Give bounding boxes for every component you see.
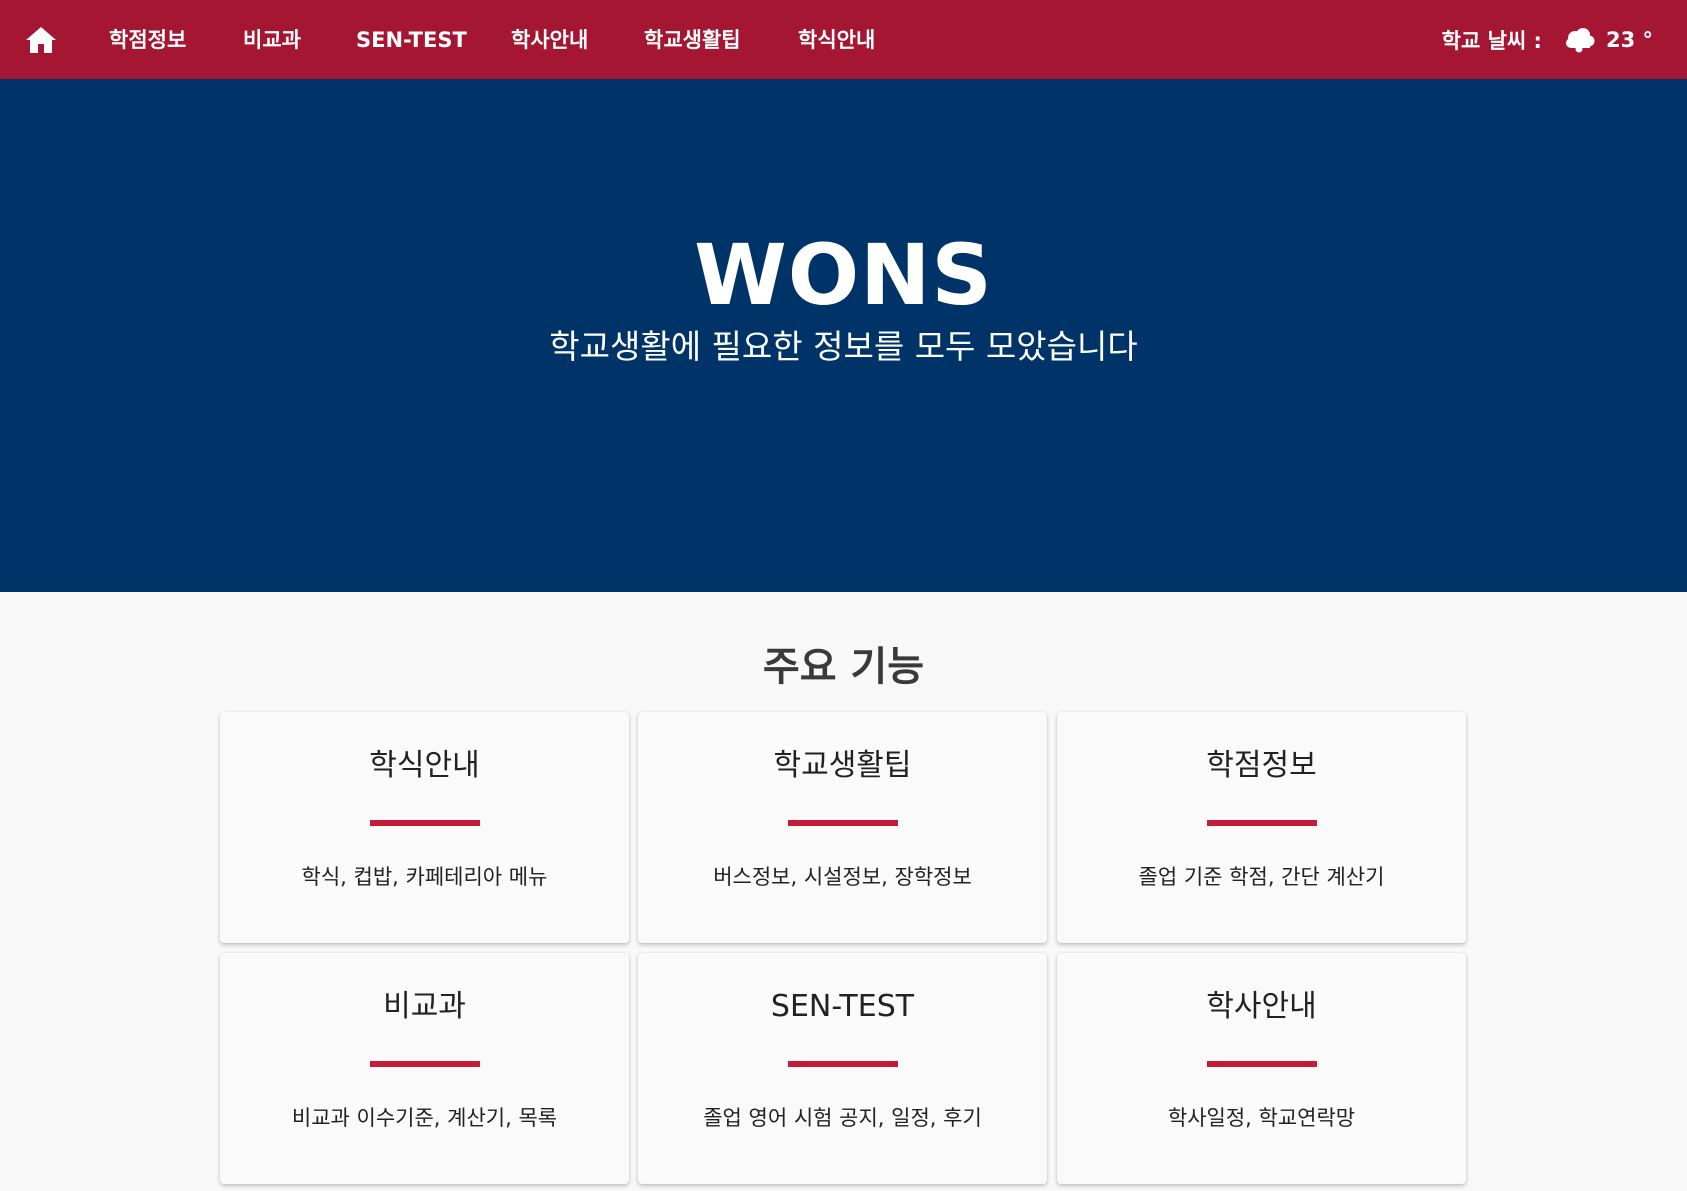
- card-divider: [370, 820, 480, 826]
- feature-card-academic-guide[interactable]: 학사안내 학사일정, 학교연락망: [1057, 953, 1466, 1184]
- card-description: 학식, 컵밥, 카페테리아 메뉴: [301, 865, 548, 889]
- cloud-icon: [1564, 26, 1596, 54]
- hero-title: WONS: [694, 226, 993, 324]
- features-grid: 학식안내 학식, 컵밥, 카페테리아 메뉴 학교생활팁 버스정보, 시설정보, …: [220, 712, 1467, 1191]
- card-title: 비교과: [383, 989, 466, 1024]
- weather-label: 학교 날씨 :: [1441, 29, 1542, 53]
- feature-card-cafeteria[interactable]: 학식안내 학식, 컵밥, 카페테리아 메뉴: [220, 712, 629, 943]
- nav-item-grade-info[interactable]: 학점정보: [109, 24, 186, 56]
- features-heading: 주요 기능: [762, 644, 925, 690]
- card-title: SEN-TEST: [770, 989, 915, 1024]
- nav-item-extracurricular[interactable]: 비교과: [243, 24, 301, 56]
- card-description: 졸업 영어 시험 공지, 일정, 후기: [703, 1106, 982, 1130]
- card-title: 학점정보: [1206, 748, 1317, 783]
- feature-card-grade-info[interactable]: 학점정보 졸업 기준 학점, 간단 계산기: [1057, 712, 1466, 943]
- feature-card-sen-test[interactable]: SEN-TEST 졸업 영어 시험 공지, 일정, 후기: [638, 953, 1047, 1184]
- card-title: 학교생활팁: [773, 748, 912, 783]
- nav-item-academic-guide[interactable]: 학사안내: [511, 24, 588, 56]
- card-description: 학사일정, 학교연락망: [1167, 1106, 1356, 1130]
- top-navbar: 학점정보 비교과 SEN-TEST 학사안내 학교생활팁 학식안내 학교 날씨 …: [0, 0, 1687, 79]
- card-divider: [788, 1061, 898, 1067]
- weather-widget: 학교 날씨 : 23 °: [1442, 24, 1653, 56]
- card-divider: [370, 1061, 480, 1067]
- card-description: 버스정보, 시설정보, 장학정보: [713, 865, 972, 889]
- nav-item-campus-tips[interactable]: 학교생활팁: [644, 24, 741, 56]
- card-description: 졸업 기준 학점, 간단 계산기: [1138, 865, 1385, 889]
- card-title: 학식안내: [369, 748, 480, 783]
- feature-card-campus-tips[interactable]: 학교생활팁 버스정보, 시설정보, 장학정보: [638, 712, 1047, 943]
- feature-card-extracurricular[interactable]: 비교과 비교과 이수기준, 계산기, 목록: [220, 953, 629, 1184]
- card-description: 비교과 이수기준, 계산기, 목록: [291, 1106, 558, 1130]
- card-divider: [788, 820, 898, 826]
- nav-item-cafeteria[interactable]: 학식안내: [798, 24, 875, 56]
- nav-item-sen-test[interactable]: SEN-TEST: [356, 24, 467, 56]
- hero-banner: WONS 학교생활에 필요한 정보를 모두 모았습니다: [0, 79, 1687, 592]
- card-divider: [1207, 820, 1317, 826]
- weather-temperature: 23 °: [1605, 28, 1653, 52]
- card-divider: [1207, 1061, 1317, 1067]
- home-icon[interactable]: [24, 24, 58, 56]
- card-title: 학사안내: [1206, 989, 1317, 1024]
- hero-subtitle: 학교생활에 필요한 정보를 모두 모았습니다: [549, 327, 1138, 366]
